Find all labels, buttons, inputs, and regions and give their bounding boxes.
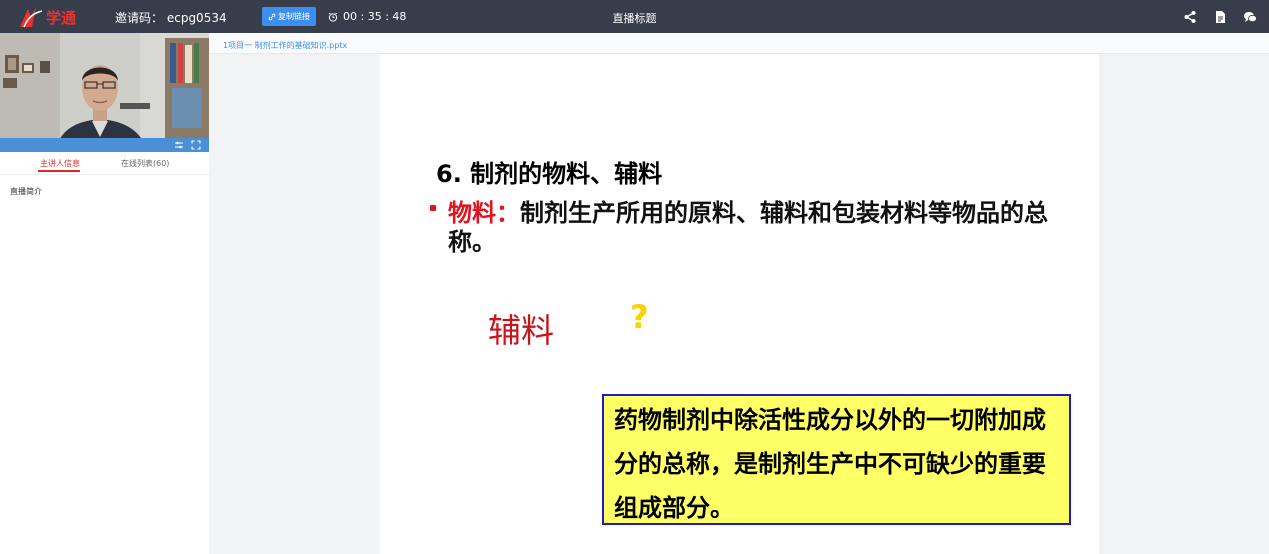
bullet-definition: 制剂生产所用的原料、辅料和包装材料等物品的总称。 xyxy=(448,199,1048,256)
live-intro-label: 直播简介 xyxy=(10,187,42,196)
video-controls xyxy=(0,138,209,152)
file-name-link[interactable]: 1项目一 制剂工作的基础知识.pptx xyxy=(223,40,347,51)
top-actions xyxy=(1183,9,1257,23)
presentation-slide: 6. 制剂的物料、辅料 物料：制剂生产所用的原料、辅料和包装材料等物品的总称。 … xyxy=(380,54,1099,554)
active-tab-indicator xyxy=(38,170,80,172)
live-title: 直播标题 xyxy=(612,12,657,25)
question-mark: ? xyxy=(630,298,649,336)
chat-icon[interactable] xyxy=(1243,9,1257,23)
slide-bullet: 物料：制剂生产所用的原料、辅料和包装材料等物品的总称。 xyxy=(448,199,1048,257)
left-panel: 主讲人信息 在线列表(60) 直播简介 xyxy=(0,33,209,554)
document-icon[interactable] xyxy=(1213,9,1227,23)
file-bar: 1项目一 制剂工作的基础知识.pptx xyxy=(209,33,1269,54)
bullet-dot xyxy=(430,205,436,211)
video-frame xyxy=(0,33,209,152)
definition-box: 药物制剂中除活性成分以外的一切附加成分的总称，是制剂生产中不可缺少的重要组成部分… xyxy=(602,394,1071,525)
tab-presenter-info[interactable]: 主讲人信息 xyxy=(40,158,80,169)
sidebar-tabs: 主讲人信息 在线列表(60) xyxy=(0,152,209,175)
fullscreen-icon[interactable] xyxy=(191,140,201,150)
tab-online-list[interactable]: 在线列表(60) xyxy=(121,158,169,169)
fuliao-label: 辅料 xyxy=(488,311,554,350)
slide-heading: 6. 制剂的物料、辅料 xyxy=(436,160,663,188)
share-icon[interactable] xyxy=(1183,9,1197,23)
top-bar: 学通 邀请码： ecpg0534 复制链接 00 : 35 : 48 直播标题 xyxy=(0,0,1269,33)
presenter-video[interactable] xyxy=(0,33,209,152)
bullet-term: 物料： xyxy=(448,199,520,227)
settings-sliders-icon[interactable] xyxy=(174,140,184,150)
